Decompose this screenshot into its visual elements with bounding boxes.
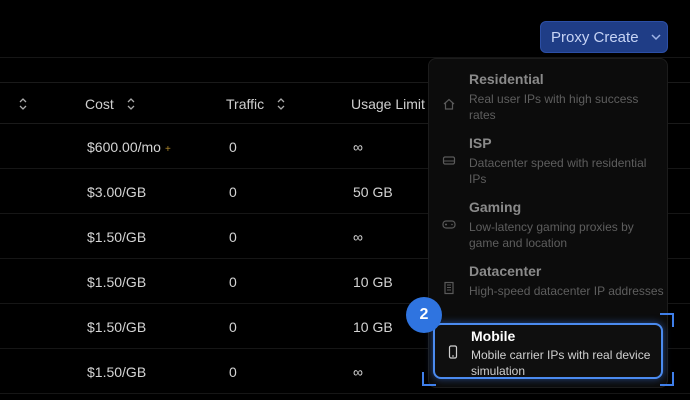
traffic-cell: 0	[229, 229, 237, 245]
column-traffic[interactable]: Traffic	[226, 96, 286, 112]
focus-corner	[422, 372, 436, 386]
traffic-cell: 0	[229, 364, 237, 380]
traffic-cell: 0	[229, 184, 237, 200]
column-usage-limit[interactable]: Usage Limit	[351, 96, 425, 112]
sort-icon	[277, 98, 285, 110]
home-icon	[443, 98, 455, 110]
menu-item-desc: Mobile carrier IPs with real device simu…	[471, 348, 651, 378]
traffic-cell: 0	[229, 319, 237, 335]
traffic-cell: 0	[229, 274, 237, 290]
gamepad-icon	[442, 220, 456, 229]
menu-item-gaming[interactable]: Gaming Low-latency gaming proxies by gam…	[429, 195, 669, 257]
menu-item-residential[interactable]: Residential Real user IPs with high succ…	[429, 67, 669, 129]
limit-cell: 10 GB	[353, 274, 393, 290]
step-badge: 2	[406, 297, 442, 333]
limit-cell: ∞	[353, 364, 363, 380]
menu-item-datacenter[interactable]: Datacenter High-speed datacenter IP addr…	[429, 259, 669, 321]
cost-cell: $1.50/GB	[87, 319, 147, 335]
sort-icon[interactable]	[18, 97, 28, 111]
menu-item-title: Datacenter	[469, 263, 542, 279]
sort-icon	[127, 98, 135, 110]
focus-corner	[660, 372, 674, 386]
focus-corner	[660, 313, 674, 327]
limit-cell: ∞	[353, 139, 363, 155]
cost-mark: +	[164, 144, 171, 155]
cost-cell: $1.50/GB	[87, 229, 147, 245]
menu-item-title: Gaming	[469, 199, 522, 215]
traffic-cell: 0	[229, 139, 237, 155]
proxy-create-label: Proxy Create	[551, 28, 639, 46]
cost-cell: $1.50/GB	[87, 274, 147, 290]
menu-item-desc: High-speed datacenter IP addresses	[469, 284, 664, 298]
proxy-type-menu: Residential Real user IPs with high succ…	[428, 58, 668, 388]
menu-item-desc: Datacenter speed with residential IPs	[469, 156, 647, 186]
menu-item-title: Mobile	[471, 328, 516, 344]
column-cost[interactable]: Cost	[85, 96, 136, 112]
cost-cell: $1.50/GB	[87, 364, 147, 380]
chevron-down-icon	[651, 34, 661, 41]
limit-cell: ∞	[353, 229, 363, 245]
cost-cell: $600.00/mo	[87, 139, 161, 155]
menu-item-title: ISP	[469, 135, 492, 151]
building-icon	[444, 281, 454, 295]
limit-cell: 10 GB	[353, 319, 393, 335]
menu-item-desc: Real user IPs with high success rates	[469, 92, 639, 122]
menu-item-title: Residential	[469, 71, 544, 87]
hard-drive-icon	[442, 156, 456, 165]
limit-cell: 50 GB	[353, 184, 393, 200]
menu-item-isp[interactable]: ISP Datacenter speed with residential IP…	[429, 131, 669, 193]
cost-cell: $3.00/GB	[87, 184, 147, 200]
menu-item-mobile[interactable]: Mobile Mobile carrier IPs with real devi…	[433, 323, 663, 379]
smartphone-icon	[448, 345, 458, 359]
top-bar: Proxy Create	[0, 0, 690, 58]
proxy-create-button[interactable]: Proxy Create	[540, 21, 668, 53]
menu-item-desc: Low-latency gaming proxies by game and l…	[469, 220, 634, 250]
